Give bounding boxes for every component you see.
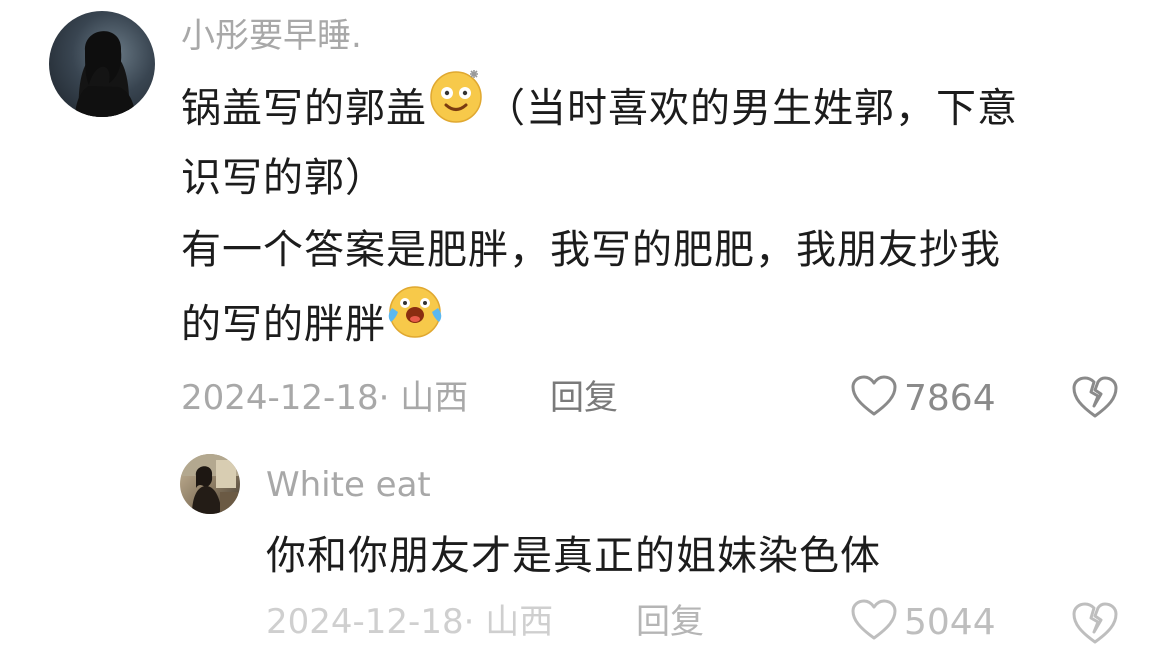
dizzy-smile-emoji (427, 66, 485, 147)
comment-text-line: 你和你朋友才是真正的姐妹染色体 (266, 533, 881, 579)
like-count: 5044 (904, 601, 996, 643)
reply-button[interactable]: 回复 (636, 600, 704, 644)
comment-text-line: 有一个答案是肥胖，我写的肥肥，我朋友抄我 (181, 227, 1001, 273)
avatar[interactable] (180, 454, 240, 514)
comment-text-segment: 的写的胖胖 (181, 301, 386, 348)
broken-heart-icon (1071, 602, 1119, 650)
comment-text-segment: 锅盖写的郭盖 (181, 85, 427, 132)
avatar-portrait-icon (75, 31, 135, 117)
dislike-button[interactable] (1071, 600, 1119, 650)
comment-date-location: 2024-12-18· 山西 (181, 378, 469, 418)
like-count: 7864 (904, 377, 996, 419)
comment-date-location: 2024-12-18· 山西 (266, 602, 554, 642)
comment-text-line: 锅盖写的郭盖 （当时喜欢的男生姓郭，下意 (181, 70, 1018, 142)
crying-laughing-emoji (386, 282, 444, 363)
comment-text-line: 的写的胖胖 (181, 286, 1018, 358)
dislike-button[interactable] (1071, 374, 1119, 424)
reply-meta-row: 2024-12-18· 山西 回复 5044 (0, 598, 1170, 646)
comment-text-line: 识写的郭） (181, 155, 386, 201)
comment-username[interactable]: White eat (266, 463, 431, 507)
reply-button[interactable]: 回复 (550, 376, 618, 420)
like-button[interactable]: 5044 (850, 598, 996, 646)
comment-text: 你和你朋友才是真正的姐妹染色体 (266, 520, 881, 592)
comment-text-segment: （当时喜欢的男生姓郭，下意 (485, 85, 1018, 132)
avatar-portrait-icon (180, 454, 240, 514)
avatar[interactable] (49, 11, 155, 117)
broken-heart-icon (1071, 376, 1119, 424)
like-button[interactable]: 7864 (850, 374, 996, 422)
comment-text: 锅盖写的郭盖 （当时喜欢的男生姓郭，下意 识写的郭） 有一个答案是肥胖，我写的肥… (181, 70, 1018, 358)
heart-outline-icon (850, 598, 898, 646)
comment-username[interactable]: 小彤要早睡. (181, 14, 362, 58)
heart-outline-icon (850, 374, 898, 422)
